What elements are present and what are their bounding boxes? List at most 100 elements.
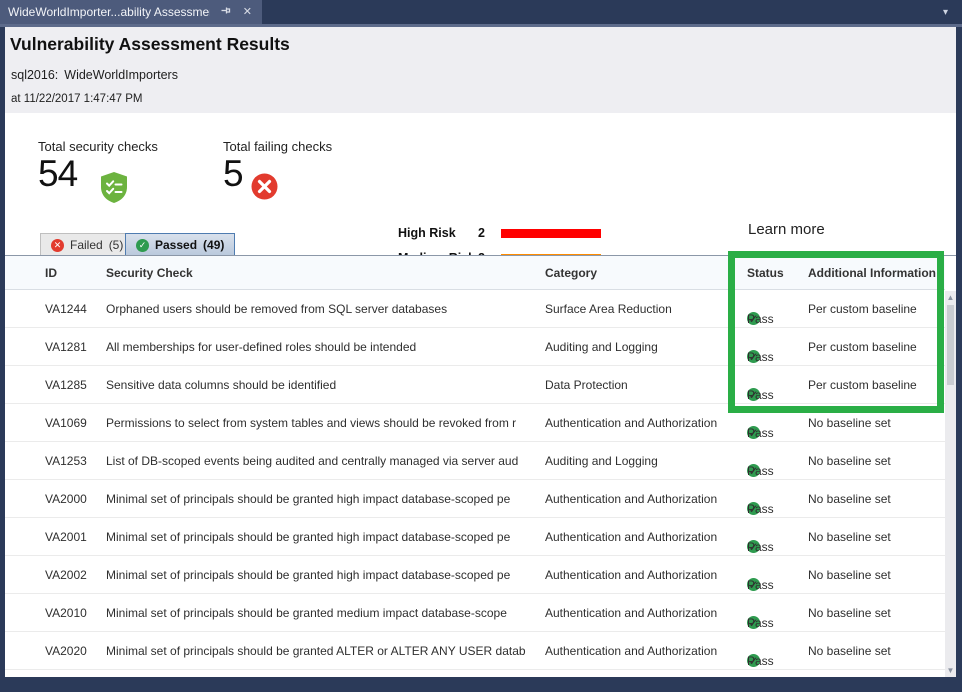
cell-id: VA1244 xyxy=(45,302,87,316)
cell-id: VA2020 xyxy=(45,644,87,658)
scroll-down-icon[interactable]: ▼ xyxy=(945,664,956,677)
result-tabs: ✕ Failed (5) ✓ Passed (49) xyxy=(5,232,956,256)
scan-timestamp: at 11/22/2017 1:47:47 PM xyxy=(11,93,143,105)
status-text: Pass xyxy=(747,654,774,668)
cell-additional-information: Per custom baseline xyxy=(808,378,917,392)
header-category: Category xyxy=(545,266,597,280)
document-tab-title: WideWorldImporter...ability Assessment xyxy=(8,5,210,19)
summary-band: Total security checks 54 Total failing c… xyxy=(5,113,956,232)
chevron-down-icon[interactable]: ▾ xyxy=(943,7,948,18)
table-row[interactable]: VA1069 Permissions to select from system… xyxy=(5,404,945,442)
cell-id: VA1285 xyxy=(45,378,87,392)
status-text: Pass xyxy=(747,502,774,516)
cell-security-check: Minimal set of principals should be gran… xyxy=(106,492,530,506)
cell-additional-information: Per custom baseline xyxy=(808,340,917,354)
shield-checklist-icon xyxy=(99,171,129,209)
scrollbar-thumb[interactable] xyxy=(947,305,954,385)
header-id: ID xyxy=(45,266,57,280)
scroll-up-icon[interactable]: ▲ xyxy=(945,291,956,304)
fail-x-icon xyxy=(251,173,278,205)
cell-security-check: Permissions to select from system tables… xyxy=(106,416,530,430)
document-content: Vulnerability Assessment Results sql2016… xyxy=(5,27,956,677)
total-checks-value: 54 xyxy=(38,153,77,195)
vulnerability-assessment-window: WideWorldImporter...ability Assessment ✕… xyxy=(0,0,962,692)
pin-icon[interactable] xyxy=(218,4,233,20)
database-name: WideWorldImporters xyxy=(64,68,178,82)
window-right-frame xyxy=(956,27,962,677)
cell-security-check: Minimal set of principals should be gran… xyxy=(106,568,530,582)
cell-id: VA1281 xyxy=(45,340,87,354)
cell-additional-information: No baseline set xyxy=(808,606,891,620)
cell-security-check: Minimal set of principals should be gran… xyxy=(106,530,530,544)
vertical-scrollbar[interactable]: ▲ ▼ xyxy=(945,291,956,677)
tab-failed-count: (5) xyxy=(109,238,124,252)
cell-category: Authentication and Authorization xyxy=(545,644,740,658)
cell-category: Data Protection xyxy=(545,378,740,392)
server-database-line: sql2016: WideWorldImporters xyxy=(11,68,178,82)
close-icon[interactable]: ✕ xyxy=(241,6,254,19)
cell-id: VA1253 xyxy=(45,454,87,468)
status-text: Pass xyxy=(747,388,774,402)
table-row[interactable]: VA1244 Orphaned users should be removed … xyxy=(5,290,945,328)
failing-checks-value: 5 xyxy=(223,153,243,195)
tab-passed-label: Passed xyxy=(155,238,197,252)
failing-checks-label: Total failing checks xyxy=(223,139,332,154)
table-row[interactable]: VA2002 Minimal set of principals should … xyxy=(5,556,945,594)
cell-security-check: Orphaned users should be removed from SQ… xyxy=(106,302,530,316)
table-row[interactable]: VA1285 Sensitive data columns should be … xyxy=(5,366,945,404)
tab-passed-count: (49) xyxy=(203,238,224,252)
status-text: Pass xyxy=(747,350,774,364)
table-body: VA1244 Orphaned users should be removed … xyxy=(5,290,945,670)
cell-security-check: List of DB-scoped events being audited a… xyxy=(106,454,530,468)
status-text: Pass xyxy=(747,464,774,478)
window-left-frame xyxy=(0,27,5,677)
cell-additional-information: No baseline set xyxy=(808,530,891,544)
status-text: Pass xyxy=(747,616,774,630)
fail-circle-icon: ✕ xyxy=(51,239,64,252)
document-tab[interactable]: WideWorldImporter...ability Assessment ✕ xyxy=(0,0,262,24)
cell-id: VA2000 xyxy=(45,492,87,506)
cell-id: VA2001 xyxy=(45,530,87,544)
cell-additional-information: No baseline set xyxy=(808,568,891,582)
cell-additional-information: Per custom baseline xyxy=(808,302,917,316)
table-header-row: ID Security Check Category Status Additi… xyxy=(5,256,945,290)
pass-circle-icon: ✓ xyxy=(136,239,149,252)
table-row[interactable]: VA2010 Minimal set of principals should … xyxy=(5,594,945,632)
cell-security-check: Sensitive data columns should be identif… xyxy=(106,378,530,392)
cell-id: VA2002 xyxy=(45,568,87,582)
header-additional-information: Additional Information xyxy=(808,266,936,280)
window-bottom-frame xyxy=(0,677,962,692)
cell-category: Authentication and Authorization xyxy=(545,492,740,506)
cell-category: Surface Area Reduction xyxy=(545,302,740,316)
cell-security-check: Minimal set of principals should be gran… xyxy=(106,606,530,620)
tab-passed[interactable]: ✓ Passed (49) xyxy=(125,233,235,256)
table-row[interactable]: VA2020 Minimal set of principals should … xyxy=(5,632,945,670)
cell-additional-information: No baseline set xyxy=(808,644,891,658)
cell-security-check: Minimal set of principals should be gran… xyxy=(106,644,530,658)
cell-category: Authentication and Authorization xyxy=(545,606,740,620)
results-header: Vulnerability Assessment Results sql2016… xyxy=(5,27,956,113)
cell-additional-information: No baseline set xyxy=(808,454,891,468)
table-row[interactable]: VA1253 List of DB-scoped events being au… xyxy=(5,442,945,480)
status-text: Pass xyxy=(747,540,774,554)
table-row[interactable]: VA2001 Minimal set of principals should … xyxy=(5,518,945,556)
cell-additional-information: No baseline set xyxy=(808,416,891,430)
tab-failed-label: Failed xyxy=(70,238,103,252)
header-security-check: Security Check xyxy=(106,266,193,280)
table-row[interactable]: VA1281 All memberships for user-defined … xyxy=(5,328,945,366)
table-row[interactable]: VA2000 Minimal set of principals should … xyxy=(5,480,945,518)
total-checks-label: Total security checks xyxy=(38,139,158,154)
cell-category: Auditing and Logging xyxy=(545,454,740,468)
cell-category: Authentication and Authorization xyxy=(545,568,740,582)
cell-id: VA1069 xyxy=(45,416,87,430)
cell-category: Authentication and Authorization xyxy=(545,416,740,430)
cell-additional-information: No baseline set xyxy=(808,492,891,506)
cell-category: Authentication and Authorization xyxy=(545,530,740,544)
document-tab-strip: WideWorldImporter...ability Assessment ✕… xyxy=(0,0,962,24)
tab-failed[interactable]: ✕ Failed (5) xyxy=(40,233,134,256)
status-text: Pass xyxy=(747,312,774,326)
header-status: Status xyxy=(747,266,784,280)
server-name: sql2016: xyxy=(11,68,58,82)
page-title: Vulnerability Assessment Results xyxy=(10,34,290,55)
status-text: Pass xyxy=(747,578,774,592)
